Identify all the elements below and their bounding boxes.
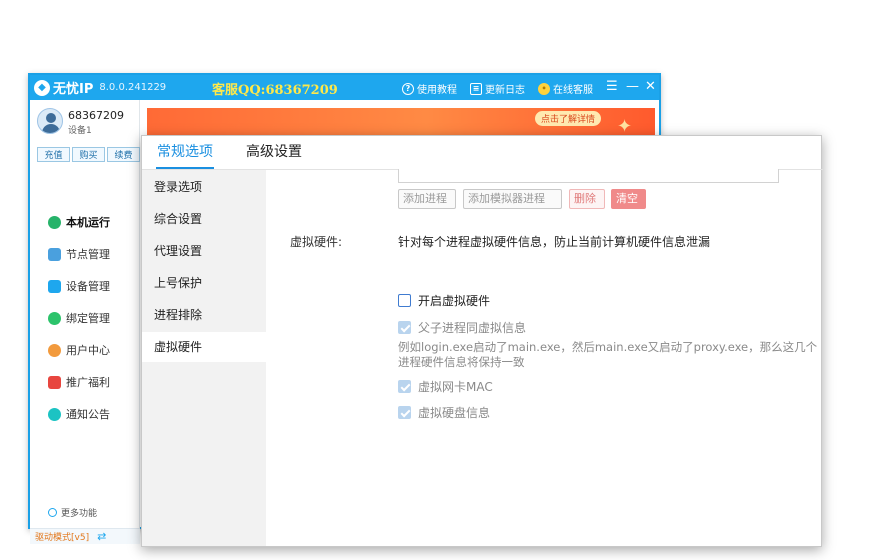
nav-item-notice[interactable]: 通知公告 <box>48 406 110 422</box>
virtual-hardware-label: 虚拟硬件: <box>290 235 343 249</box>
support-label: 在线客服 <box>553 85 593 96</box>
virtual-nic-mac-option[interactable]: 虚拟网卡MAC <box>398 378 493 395</box>
minimize-icon[interactable]: — <box>626 79 639 94</box>
sidebar-item-proxy[interactable]: 代理设置 <box>142 236 266 266</box>
enable-virtual-hardware-option[interactable]: 开启虚拟硬件 <box>398 292 490 309</box>
gift-icon <box>48 375 61 389</box>
nav-label: 节点管理 <box>66 248 110 261</box>
app-logo-icon: ◆ <box>34 79 50 96</box>
virtual-hardware-description: 针对每个进程虚拟硬件信息，防止当前计算机硬件信息泄漏 <box>398 235 711 249</box>
child-process-note: 例如login.exe启动了main.exe，然后main.exe又启动了pro… <box>398 340 818 369</box>
device-icon <box>48 279 61 293</box>
option-label: 虚拟硬盘信息 <box>418 406 491 420</box>
drive-mode-status: 驱动模式[v5] ⇄ <box>30 528 140 544</box>
option-label: 父子进程同虚拟信息 <box>418 321 527 335</box>
ad-tag[interactable]: 点击了解详情 <box>535 111 602 126</box>
support-link[interactable]: • 在线客服 <box>538 81 593 96</box>
menu-icon[interactable]: ☰ <box>606 79 618 94</box>
virtual-nic-mac-checkbox[interactable] <box>398 380 411 393</box>
tab-general[interactable]: 常规选项 <box>156 141 214 169</box>
user-icon <box>48 343 61 357</box>
virtual-disk-checkbox[interactable] <box>398 406 411 419</box>
sidebar-item-login[interactable]: 登录选项 <box>142 172 266 202</box>
main-titlebar: ◆ 无忧IP 8.0.0.241229 客服QQ:68367209 ? 使用教程… <box>30 75 659 100</box>
settings-content: 添加进程 添加模拟器进程 删除 清空 虚拟硬件: 针对每个进程虚拟硬件信息，防止… <box>266 169 821 546</box>
nav-item-user-center[interactable]: 用户中心 <box>48 342 110 358</box>
sidebar-item-virtual-hardware[interactable]: 虚拟硬件 <box>142 332 266 362</box>
recharge-button[interactable]: 充值 <box>37 147 70 162</box>
child-process-option[interactable]: 父子进程同虚拟信息 <box>398 319 526 336</box>
tutorial-link[interactable]: ? 使用教程 <box>402 81 457 96</box>
avatar[interactable] <box>37 108 63 134</box>
main-sidebar: 68367209 设备1 充值 购买 续费 本机运行 节点管理 设备管理 绑定管… <box>30 100 140 544</box>
settings-tab-bar: 常规选项 高级设置 <box>142 136 823 170</box>
more-icon <box>48 508 57 517</box>
drive-mode-label: 驱动模式[v5] <box>35 533 90 543</box>
nav-label: 用户中心 <box>66 344 110 357</box>
nav-item-bind[interactable]: 绑定管理 <box>48 310 110 326</box>
bind-icon <box>48 311 61 325</box>
more-features-label: 更多功能 <box>61 509 98 519</box>
nav-label: 推广福利 <box>66 376 110 389</box>
sidebar-item-general[interactable]: 综合设置 <box>142 204 266 234</box>
changelog-link[interactable]: ≡ 更新日志 <box>470 81 525 96</box>
app-name: 无忧IP <box>53 82 94 97</box>
nav-label: 绑定管理 <box>66 312 110 325</box>
nodes-icon <box>48 247 61 261</box>
buy-button[interactable]: 购买 <box>72 147 105 162</box>
add-emulator-process-button[interactable]: 添加模拟器进程 <box>463 189 562 209</box>
user-id: 68367209 <box>68 109 124 122</box>
clear-button[interactable]: 清空 <box>611 189 646 209</box>
user-device: 设备1 <box>68 126 92 136</box>
avatar-body-shape <box>42 124 60 133</box>
close-icon[interactable]: ✕ <box>645 79 656 94</box>
renew-button[interactable]: 续费 <box>107 147 140 162</box>
option-label: 开启虚拟硬件 <box>418 294 491 308</box>
nav-item-local-run[interactable]: 本机运行 <box>48 214 110 230</box>
sidebar-item-account-protection[interactable]: 上号保护 <box>142 268 266 298</box>
nav-item-promotion[interactable]: 推广福利 <box>48 374 110 390</box>
support-icon: • <box>538 82 550 95</box>
service-qq: 客服QQ:68367209 <box>212 83 338 98</box>
nav-item-devices[interactable]: 设备管理 <box>48 278 110 294</box>
refresh-icon[interactable]: ⇄ <box>97 530 106 543</box>
document-icon: ≡ <box>470 82 482 95</box>
tab-advanced[interactable]: 高级设置 <box>246 141 302 169</box>
nav-label: 设备管理 <box>66 280 110 293</box>
delete-button[interactable]: 删除 <box>569 189 605 209</box>
more-features-link[interactable]: 更多功能 <box>48 506 97 519</box>
nav-item-nodes[interactable]: 节点管理 <box>48 246 110 262</box>
avatar-head-shape <box>46 113 56 123</box>
virtual-disk-option[interactable]: 虚拟硬盘信息 <box>398 404 490 421</box>
enable-virtual-hardware-checkbox[interactable] <box>398 294 411 307</box>
sidebar-item-process-exclusion[interactable]: 进程排除 <box>142 300 266 330</box>
add-process-button[interactable]: 添加进程 <box>398 189 456 209</box>
ad-decoration-icon: ✦ <box>617 116 633 137</box>
nav-label: 本机运行 <box>66 216 110 229</box>
play-icon <box>48 215 61 229</box>
bell-icon <box>48 407 61 421</box>
option-label: 虚拟网卡MAC <box>418 380 493 394</box>
settings-dialog: 常规选项 高级设置 登录选项 综合设置 代理设置 上号保护 进程排除 虚拟硬件 … <box>141 135 823 547</box>
question-icon: ? <box>402 82 414 95</box>
tutorial-label: 使用教程 <box>417 85 457 96</box>
settings-sidebar: 登录选项 综合设置 代理设置 上号保护 进程排除 虚拟硬件 <box>142 170 266 546</box>
process-list-box[interactable] <box>398 169 779 183</box>
changelog-label: 更新日志 <box>485 85 525 96</box>
app-version: 8.0.0.241229 <box>99 82 167 93</box>
nav-label: 通知公告 <box>66 408 110 421</box>
child-process-checkbox[interactable] <box>398 321 411 334</box>
